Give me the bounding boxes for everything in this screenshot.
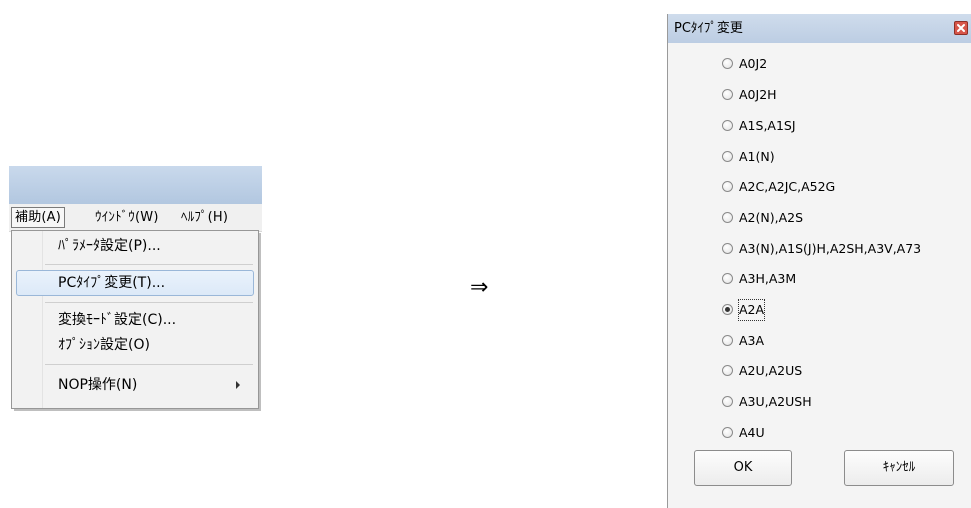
menu-help[interactable]: ﾍﾙﾌﾟ(H)	[181, 208, 228, 227]
ok-button[interactable]: OK	[694, 450, 792, 486]
menu-item-conversion-mode-settings[interactable]: 変換ﾓｰﾄﾞ設定(C)...	[16, 307, 252, 333]
flow-arrow: ⇒	[470, 275, 489, 300]
radio-button[interactable]	[722, 335, 733, 346]
radio-label: A0J2H	[739, 87, 777, 102]
menu-item-parameter-settings[interactable]: ﾊﾟﾗﾒｰﾀ設定(P)...	[16, 233, 252, 259]
radio-button[interactable]	[722, 243, 733, 254]
radio-label: A2A	[737, 299, 766, 321]
radio-label: A2U,A2US	[739, 363, 803, 378]
menu-item-nop-operation[interactable]: NOP操作(N)	[16, 372, 252, 398]
submenu-arrow-icon	[236, 381, 240, 389]
cancel-button[interactable]: ｷｬﾝｾﾙ	[844, 450, 954, 486]
menu-item-label: PCﾀｲﾌﾟ変更(T)...	[58, 275, 166, 291]
window-titlebar	[9, 166, 262, 204]
radio-label: A3(N),A1S(J)H,A2SH,A3V,A73	[739, 241, 922, 256]
pc-type-change-dialog: PCﾀｲﾌﾟ変更 A0J2 A0J2H A1S,A1SJ A1(N) A2C,A…	[667, 14, 971, 508]
radio-button[interactable]	[722, 365, 733, 376]
dialog-title: PCﾀｲﾌﾟ変更	[674, 21, 743, 36]
radio-label: A3A	[739, 333, 765, 348]
radio-button[interactable]	[722, 212, 733, 223]
radio-button[interactable]	[722, 396, 733, 407]
radio-button[interactable]	[722, 181, 733, 192]
radio-button[interactable]	[722, 89, 733, 100]
radio-label: A3H,A3M	[739, 271, 797, 286]
radio-label: A4U	[739, 425, 765, 440]
radio-label: A0J2	[739, 56, 768, 71]
radio-button[interactable]	[722, 58, 733, 69]
dialog-titlebar: PCﾀｲﾌﾟ変更	[668, 14, 971, 43]
radio-button[interactable]	[722, 273, 733, 284]
menu-separator	[45, 264, 253, 265]
radio-button-selected[interactable]	[722, 304, 733, 315]
radio-button[interactable]	[722, 427, 733, 438]
menu-item-label: 変換ﾓｰﾄﾞ設定(C)...	[58, 312, 177, 328]
radio-button[interactable]	[722, 151, 733, 162]
close-icon	[957, 24, 965, 32]
radio-label: A3U,A2USH	[739, 394, 812, 409]
menu-window[interactable]: ｳｲﾝﾄﾞｳ(W)	[95, 208, 159, 227]
menu-assist[interactable]: 補助(A)	[11, 207, 66, 228]
menu-item-label: ﾊﾟﾗﾒｰﾀ設定(P)...	[58, 238, 161, 254]
menu-item-option-settings[interactable]: ｵﾌﾟｼｮﾝ設定(O)	[16, 332, 252, 358]
radio-label: A1(N)	[739, 149, 775, 164]
radio-selected-dot	[725, 307, 730, 312]
menu-item-label: ｵﾌﾟｼｮﾝ設定(O)	[58, 337, 150, 353]
radio-button[interactable]	[722, 120, 733, 131]
menu-item-pc-type-change[interactable]: PCﾀｲﾌﾟ変更(T)...	[16, 270, 254, 296]
assist-dropdown-menu: ﾊﾟﾗﾒｰﾀ設定(P)... PCﾀｲﾌﾟ変更(T)... 変換ﾓｰﾄﾞ設定(C…	[11, 230, 259, 409]
radio-label: A2(N),A2S	[739, 210, 804, 225]
radio-label: A2C,A2JC,A52G	[739, 179, 836, 194]
menu-bar: 補助(A) ｳｲﾝﾄﾞｳ(W) ﾍﾙﾌﾟ(H)	[9, 204, 262, 232]
menu-separator	[45, 364, 253, 365]
menu-separator	[45, 302, 253, 303]
radio-label: A1S,A1SJ	[739, 118, 796, 133]
close-button[interactable]	[954, 21, 968, 35]
menu-capture: 補助(A) ｳｲﾝﾄﾞｳ(W) ﾍﾙﾌﾟ(H) ﾊﾟﾗﾒｰﾀ設定(P)... P…	[9, 166, 262, 411]
menu-item-label: NOP操作(N)	[58, 377, 138, 393]
